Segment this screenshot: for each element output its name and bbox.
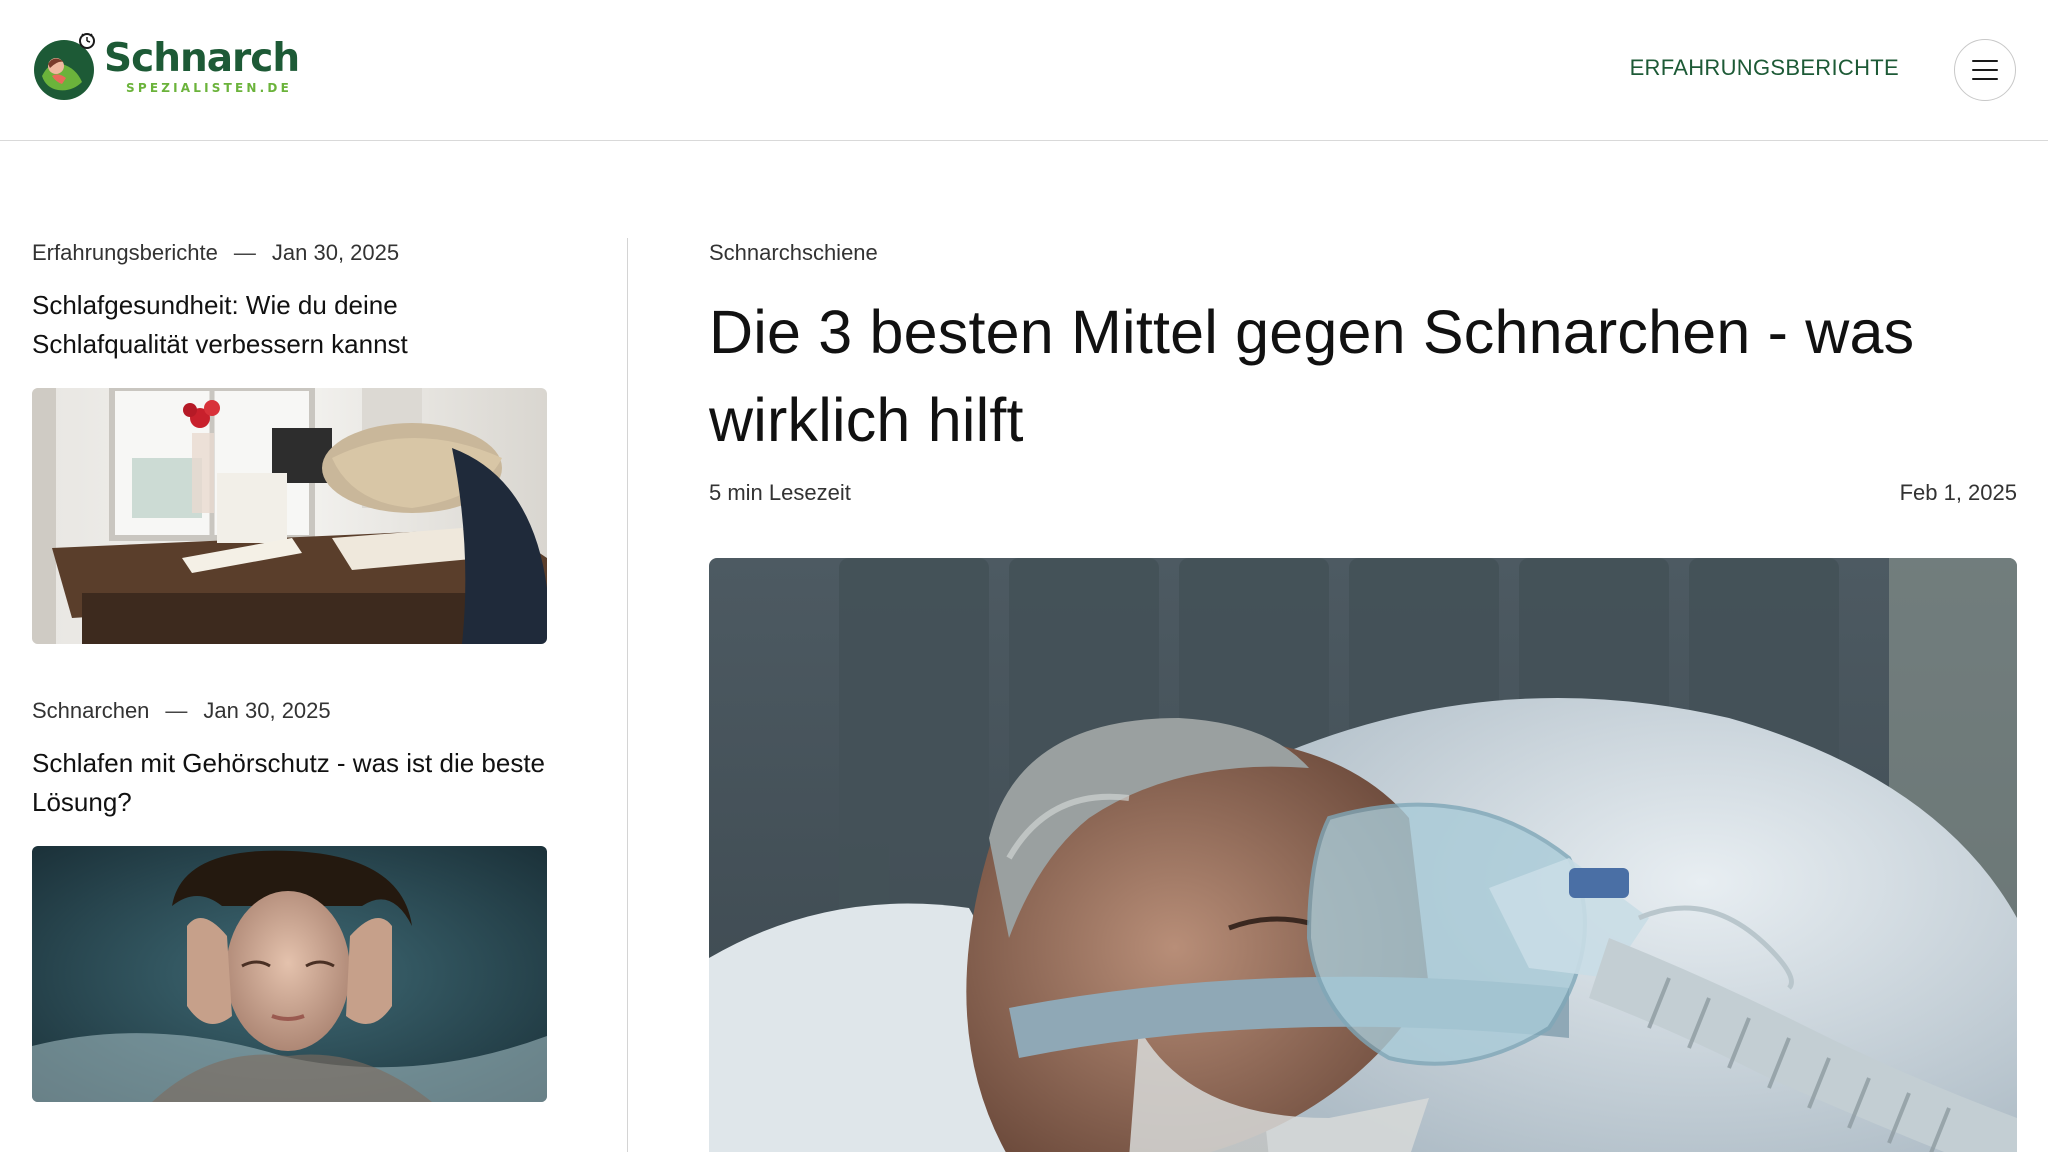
featured-read-time: 5 min Lesezeit (709, 480, 851, 505)
post-title[interactable]: Schlafgesundheit: Wie du deine Schlafqua… (32, 286, 547, 364)
featured-post[interactable]: Schnarchschiene Die 3 besten Mittel gege… (709, 238, 2017, 1152)
logo-icon (32, 30, 98, 102)
featured-category[interactable]: Schnarchschiene (709, 238, 2017, 268)
post-image-woman-sleeping[interactable] (32, 846, 547, 1102)
post-card[interactable]: Schnarchen — Jan 30, 2025 Schlafen mit G… (32, 696, 547, 1102)
featured-image-cpap[interactable] (709, 558, 2017, 1152)
meta-separator: — (233, 240, 256, 265)
post-category[interactable]: Erfahrungsberichte (32, 238, 218, 268)
logo-title: Schnarch (104, 36, 300, 81)
meta-separator: — (165, 698, 188, 723)
site-header: Schnarch SPEZIALISTEN.DE ERFAHRUNGSBERIC… (0, 0, 2048, 141)
logo-subtitle: SPEZIALISTEN.DE (126, 81, 292, 95)
post-date: Jan 30, 2025 (271, 240, 400, 265)
post-title[interactable]: Schlafen mit Gehörschutz - was ist die b… (32, 744, 547, 822)
menu-button[interactable] (1954, 39, 2016, 101)
post-meta: Erfahrungsberichte — Jan 30, 2025 (32, 238, 547, 268)
site-logo[interactable]: Schnarch SPEZIALISTEN.DE (32, 30, 300, 102)
post-card[interactable]: Erfahrungsberichte — Jan 30, 2025 Schlaf… (32, 238, 547, 644)
post-meta: Schnarchen — Jan 30, 2025 (32, 696, 547, 726)
post-date: Jan 30, 2025 (203, 698, 331, 723)
nav-link-erfahrungsberichte[interactable]: ERFAHRUNGSBERICHTE (1630, 55, 1899, 81)
featured-date: Feb 1, 2025 (1899, 480, 2017, 505)
hamburger-menu-icon (1972, 60, 1998, 80)
featured-meta: 5 min Lesezeit Feb 1, 2025 (709, 478, 2017, 508)
post-image-desk[interactable] (32, 388, 547, 644)
column-divider (627, 238, 628, 1152)
featured-title[interactable]: Die 3 besten Mittel gegen Schnarchen - w… (709, 288, 2017, 464)
post-category[interactable]: Schnarchen (32, 696, 149, 726)
